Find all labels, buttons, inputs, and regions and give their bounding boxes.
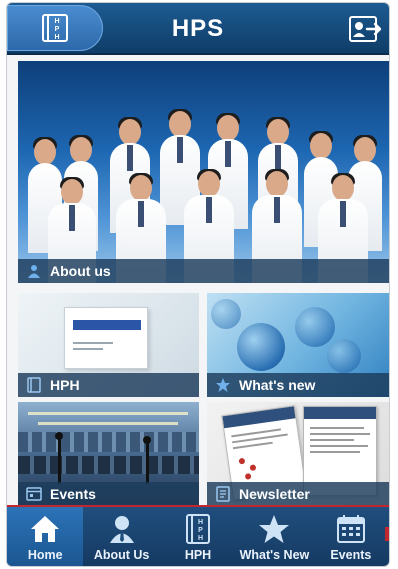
pill-image — [295, 307, 335, 347]
newsletter-tile[interactable]: Newsletter — [207, 402, 389, 506]
tab-hph[interactable]: HPH HPH — [160, 507, 236, 566]
microphone — [143, 436, 151, 444]
about-us-tile[interactable]: About us — [18, 61, 389, 283]
events-tile[interactable]: Events — [18, 402, 199, 506]
ceiling-light — [28, 412, 188, 415]
calendar-icon — [26, 486, 42, 502]
login-icon — [349, 16, 382, 42]
microphone — [146, 442, 149, 484]
bottom-tab-bar: Home About Us HPH HPH What's New Events — [7, 505, 389, 566]
hph-label-bar: HPH — [18, 373, 199, 397]
app-title: HPS — [171, 15, 225, 42]
book-icon: HPH — [181, 513, 215, 545]
svg-text:H: H — [198, 535, 203, 542]
tab-scroll-indicator — [385, 527, 389, 541]
tab-hph-label: HPH — [184, 548, 212, 562]
tab-whats-new-label: What's New — [239, 548, 310, 562]
svg-text:H: H — [198, 519, 203, 526]
hph-label: HPH — [50, 377, 80, 393]
svg-text:P: P — [198, 527, 203, 534]
tab-events[interactable]: Events — [313, 507, 389, 566]
team-member — [252, 169, 302, 283]
newsletter-label: Newsletter — [239, 486, 310, 502]
ceiling-light — [38, 422, 178, 425]
person-icon — [105, 513, 139, 545]
tab-home-label: Home — [27, 548, 63, 562]
events-label-bar: Events — [18, 482, 199, 506]
newsletter-label-bar: Newsletter — [207, 482, 389, 506]
auditorium-windows — [18, 432, 199, 452]
pill-image — [211, 299, 241, 329]
hph-tile[interactable]: HPH — [18, 293, 199, 397]
tab-about-us-label: About Us — [93, 548, 150, 562]
pill-image — [237, 323, 285, 371]
tab-home[interactable]: Home — [7, 507, 84, 566]
whats-new-label: What's new — [239, 377, 316, 393]
tab-whats-new[interactable]: What's New — [236, 507, 312, 566]
tab-events-label: Events — [330, 548, 372, 562]
whats-new-label-bar: What's new — [207, 373, 389, 397]
calendar-icon — [334, 513, 368, 545]
document-icon — [215, 486, 231, 502]
handbook-cover-image — [64, 307, 148, 369]
team-member — [184, 169, 234, 283]
app-header: H P H HPS — [7, 3, 389, 55]
about-us-label-bar: About us — [18, 259, 389, 283]
auditorium-seats — [18, 456, 199, 474]
book-icon — [26, 377, 42, 393]
microphone — [55, 432, 63, 440]
star-icon — [257, 513, 291, 545]
whats-new-tile[interactable]: What's new — [207, 293, 389, 397]
login-button[interactable] — [347, 13, 383, 45]
star-icon — [215, 377, 231, 393]
microphone — [58, 438, 61, 484]
about-us-label: About us — [50, 263, 111, 279]
home-icon — [28, 513, 62, 545]
tab-about-us[interactable]: About Us — [83, 507, 159, 566]
events-label: Events — [50, 486, 96, 502]
app-frame: H P H HPS About us HPH What's new Events… — [6, 2, 390, 567]
person-icon — [26, 263, 42, 279]
pill-image — [327, 339, 361, 373]
